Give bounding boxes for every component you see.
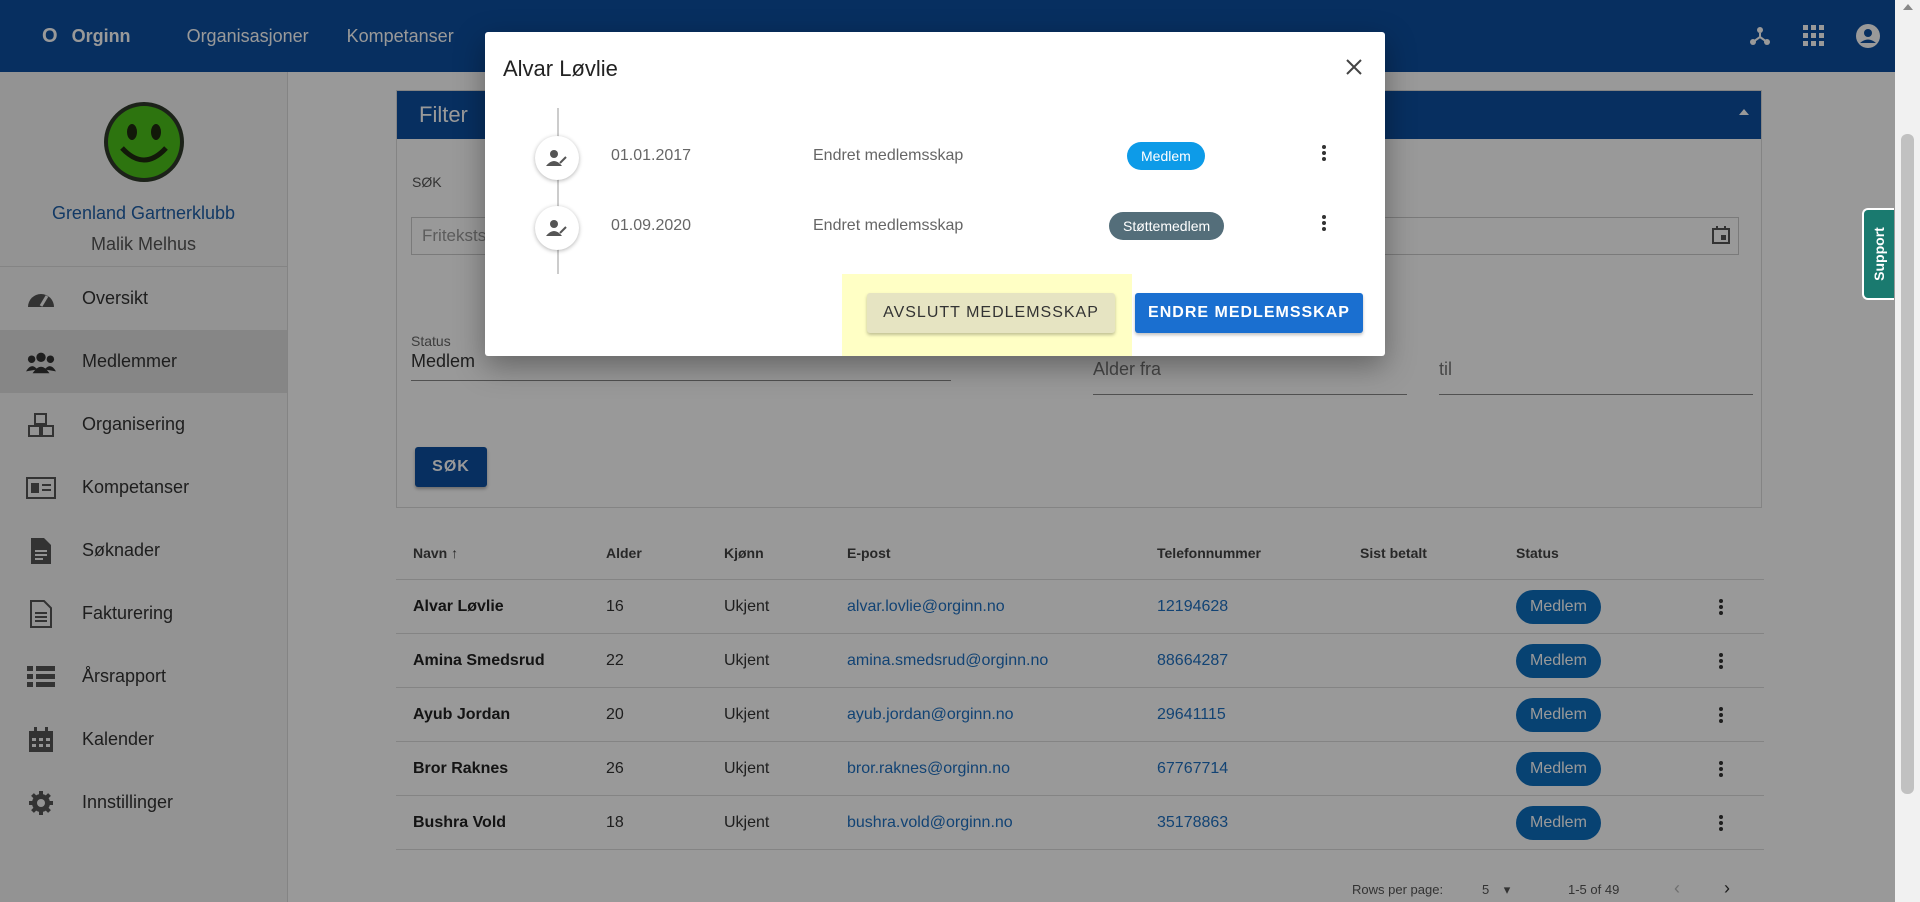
timeline-entry: 01.09.2020 Endret medlemsskap Støttemedl… bbox=[485, 202, 1385, 252]
vertical-scrollbar[interactable] bbox=[1895, 0, 1920, 902]
person-edit-icon bbox=[535, 206, 579, 250]
more-vert-icon[interactable] bbox=[1321, 144, 1327, 167]
end-membership-button[interactable]: AVSLUTT MEDLEMSSKAP bbox=[867, 293, 1115, 333]
support-label: Support bbox=[1871, 227, 1887, 281]
entry-date: 01.01.2017 bbox=[611, 147, 692, 164]
support-tab[interactable]: Support bbox=[1862, 208, 1894, 300]
timeline-entry: 01.01.2017 Endret medlemsskap Medlem bbox=[485, 132, 1385, 182]
change-membership-button[interactable]: ENDRE MEDLEMSSKAP bbox=[1135, 293, 1363, 333]
person-edit-icon bbox=[535, 136, 579, 180]
more-vert-icon[interactable] bbox=[1321, 214, 1327, 237]
entry-description: Endret medlemsskap bbox=[813, 217, 964, 234]
entry-date: 01.09.2020 bbox=[611, 217, 692, 234]
membership-dialog: Alvar Løvlie 01.01.2017 Endret medlemssk… bbox=[485, 32, 1385, 356]
scrollbar-thumb[interactable] bbox=[1901, 134, 1914, 794]
close-icon[interactable] bbox=[1345, 58, 1363, 81]
dialog-title: Alvar Løvlie bbox=[503, 56, 618, 81]
scroll-up-arrow-icon[interactable] bbox=[1903, 4, 1913, 10]
entry-description: Endret medlemsskap bbox=[813, 147, 964, 164]
membership-badge: Medlem bbox=[1127, 142, 1205, 170]
membership-badge: Støttemedlem bbox=[1109, 212, 1225, 240]
